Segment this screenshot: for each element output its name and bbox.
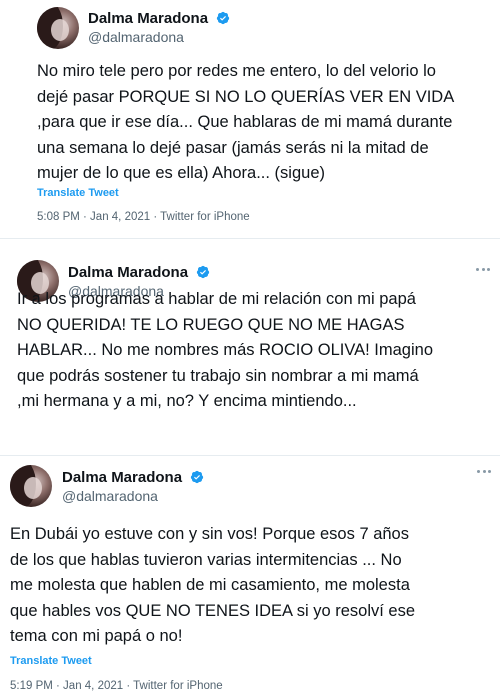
avatar[interactable] bbox=[10, 465, 52, 507]
more-options-icon[interactable] bbox=[476, 268, 494, 274]
tweet-text-line: ,mi hermana y a mi, no? Y encima mintien… bbox=[17, 392, 357, 410]
divider bbox=[0, 238, 500, 239]
author-name-text[interactable]: Dalma Maradona bbox=[88, 10, 208, 27]
tweet-text-line: me molesta que hablen de mi casamiento, … bbox=[10, 576, 410, 594]
author-name[interactable]: Dalma Maradona bbox=[62, 469, 204, 486]
author-name-text[interactable]: Dalma Maradona bbox=[62, 469, 182, 486]
author-handle[interactable]: @dalmaradona bbox=[88, 29, 184, 45]
verified-badge-icon bbox=[191, 470, 204, 484]
verified-badge-icon bbox=[197, 265, 210, 279]
author-handle[interactable]: @dalmaradona bbox=[62, 488, 158, 504]
tweet-text-line: HABLAR... No me nombres más ROCIO OLIVA!… bbox=[17, 341, 433, 359]
divider bbox=[0, 455, 500, 456]
tweet-text-line: mujer de lo que es ella) Ahora... (sigue… bbox=[37, 164, 325, 182]
translate-tweet-link[interactable]: Translate Tweet bbox=[10, 655, 92, 667]
tweet-text: En Dubái yo estuve con y sin vos! Porque… bbox=[10, 522, 415, 650]
author-name-text[interactable]: Dalma Maradona bbox=[68, 264, 188, 281]
verified-badge-icon bbox=[217, 11, 230, 25]
more-options-icon[interactable] bbox=[477, 470, 495, 476]
tweet-text-line: de los que hablas tuvieron varias interm… bbox=[10, 550, 402, 569]
tweet-text-line: tema con mi papá o no! bbox=[10, 627, 183, 645]
tweet-timestamp[interactable]: 5:19 PM · Jan 4, 2021 · Twitter for iPho… bbox=[10, 680, 223, 692]
tweet-card-3[interactable]: Dalma Maradona @dalmaradona En Dubái yo … bbox=[0, 460, 500, 700]
tweet-text-line: No miro tele pero por redes me entero, l… bbox=[37, 62, 436, 80]
author-name[interactable]: Dalma Maradona bbox=[88, 10, 230, 27]
tweet-text: No miro tele pero por redes me entero, l… bbox=[37, 59, 454, 187]
tweet-text-line: ,para que ir ese día... Que hablaras de … bbox=[37, 113, 453, 131]
tweet-timestamp[interactable]: 5:08 PM · Jan 4, 2021 · Twitter for iPho… bbox=[37, 211, 250, 223]
tweet-card-1[interactable]: Dalma Maradona @dalmaradona No miro tele… bbox=[0, 0, 500, 236]
author-name[interactable]: Dalma Maradona bbox=[68, 264, 210, 281]
tweet-text-line: NO QUERIDA! TE LO RUEGO QUE NO ME HAGAS bbox=[17, 315, 405, 334]
tweet-card-2[interactable]: Dalma Maradona @dalmaradona Ir a los pro… bbox=[0, 252, 500, 457]
tweet-text-line: una semana lo dejé pasar (jamás serás ni… bbox=[37, 138, 429, 157]
tweet-text-line: que hables vos QUE NO TENES IDEA si yo r… bbox=[10, 601, 416, 620]
translate-tweet-link[interactable]: Translate Tweet bbox=[37, 187, 119, 199]
avatar[interactable] bbox=[37, 7, 79, 49]
tweet-text-line: dejé pasar PORQUE SI NO LO QUERÍAS VER E… bbox=[37, 87, 455, 106]
tweet-text-line: En Dubái yo estuve con y sin vos! Porque… bbox=[10, 525, 409, 543]
tweet-text-line: Ir a los programas a hablar de mi relaci… bbox=[17, 290, 416, 308]
tweet-text: Ir a los programas a hablar de mi relaci… bbox=[17, 287, 433, 415]
tweet-text-line: que podrás sostener tu trabajo sin nombr… bbox=[17, 366, 419, 385]
